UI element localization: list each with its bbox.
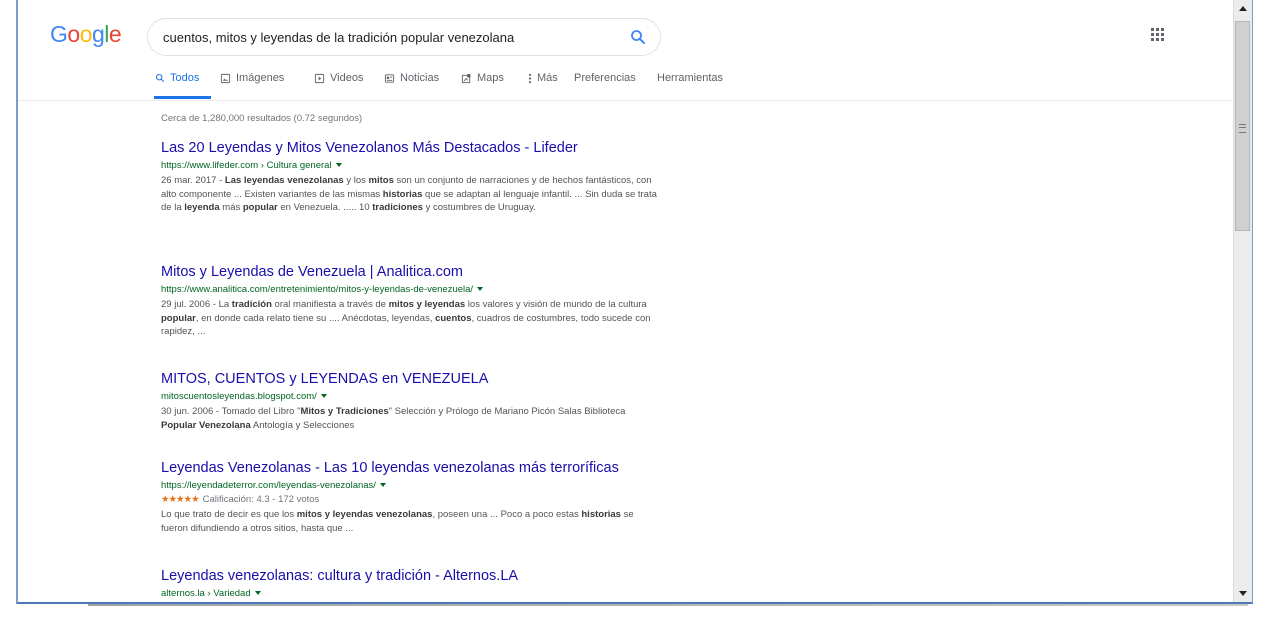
tab-herramientas[interactable]: Herramientas xyxy=(657,72,723,84)
result-title-link[interactable]: Leyendas Venezolanas - Las 10 leyendas v… xyxy=(161,460,661,476)
tab-imagenes[interactable]: Imágenes xyxy=(220,72,284,84)
search-input[interactable]: cuentos, mitos y leyendas de la tradició… xyxy=(163,30,514,45)
tab-maps[interactable]: Maps xyxy=(461,72,504,84)
video-icon xyxy=(314,73,325,84)
search-result: Leyendas Venezolanas - Las 10 leyendas v… xyxy=(161,460,661,535)
logo-letter: o xyxy=(79,21,93,47)
logo-letter: o xyxy=(67,21,80,47)
rating: ★★★★★ Calificación: 4.3 - 172 votos xyxy=(161,494,661,505)
result-url[interactable]: alternos.la › Variedad xyxy=(161,588,661,599)
result-title-link[interactable]: Leyendas venezolanas: cultura y tradició… xyxy=(161,568,661,584)
dropdown-arrow-icon[interactable] xyxy=(477,287,484,292)
dropdown-arrow-icon[interactable] xyxy=(320,394,327,399)
result-url[interactable]: https://www.analitica.com/entretenimient… xyxy=(161,284,661,295)
image-icon xyxy=(220,73,231,84)
logo-letter: G xyxy=(50,21,68,47)
search-icon[interactable] xyxy=(629,28,647,46)
result-title-link[interactable]: MITOS, CUENTOS y LEYENDAS en VENEZUELA xyxy=(161,371,661,387)
result-snippet: 29 jul. 2006 - La tradición oral manifie… xyxy=(161,299,651,337)
result-snippet: 26 mar. 2017 - Las leyendas venezolanas … xyxy=(161,175,657,213)
google-logo[interactable]: Google xyxy=(50,21,122,48)
tab-videos[interactable]: Videos xyxy=(314,72,363,84)
news-icon xyxy=(384,73,395,84)
map-icon xyxy=(461,73,472,84)
dropdown-arrow-icon[interactable] xyxy=(379,483,386,488)
result-title-link[interactable]: Las 20 Leyendas y Mitos Venezolanos Más … xyxy=(161,140,661,156)
logo-letter: g xyxy=(91,21,105,47)
result-url[interactable]: mitoscuentosleyendas.blogspot.com/ xyxy=(161,391,661,402)
apps-grid-icon[interactable] xyxy=(1151,28,1167,44)
star-rating-icon: ★★★★★ xyxy=(161,494,200,505)
dropdown-arrow-icon[interactable] xyxy=(254,591,261,596)
dropdown-arrow-icon[interactable] xyxy=(335,163,342,168)
browser-window: Google cuentos, mitos y leyendas de la t… xyxy=(16,0,1253,604)
search-box[interactable]: cuentos, mitos y leyendas de la tradició… xyxy=(147,18,661,56)
search-result: Las 20 Leyendas y Mitos Venezolanos Más … xyxy=(161,140,661,215)
scroll-up-arrow-icon[interactable] xyxy=(1234,0,1252,18)
result-url[interactable]: https://leyendadeterror.com/leyendas-ven… xyxy=(161,480,661,491)
scroll-down-arrow-icon[interactable] xyxy=(1234,584,1252,602)
window-bottom-edge xyxy=(0,604,1275,625)
scrollbar-thumb[interactable] xyxy=(1235,21,1250,231)
logo-letter: e xyxy=(108,21,122,47)
result-snippet: Lo que trato de decir es que los mitos y… xyxy=(161,509,634,534)
search-icon xyxy=(155,73,165,83)
result-snippet: 30 jun. 2006 - Tomado del Libro "Mitos y… xyxy=(161,406,626,431)
result-url[interactable]: https://www.lifeder.com › Cultura genera… xyxy=(161,160,661,171)
search-result: Mitos y Leyendas de Venezuela | Analitic… xyxy=(161,264,661,339)
search-result: Leyendas venezolanas: cultura y tradició… xyxy=(161,568,661,599)
tab-preferencias[interactable]: Preferencias xyxy=(574,72,636,84)
active-tab-indicator xyxy=(154,96,211,99)
vertical-scrollbar[interactable] xyxy=(1233,0,1252,602)
search-results-page: Google cuentos, mitos y leyendas de la t… xyxy=(18,0,1232,602)
more-vertical-icon xyxy=(528,73,532,84)
search-result: MITOS, CUENTOS y LEYENDAS en VENEZUELA m… xyxy=(161,371,661,432)
tab-mas[interactable]: Más xyxy=(528,72,558,84)
result-title-link[interactable]: Mitos y Leyendas de Venezuela | Analitic… xyxy=(161,264,661,280)
result-stats: Cerca de 1,280,000 resultados (0.72 segu… xyxy=(161,113,363,124)
tab-noticias[interactable]: Noticias xyxy=(384,72,439,84)
grip-icon xyxy=(1239,124,1246,133)
divider xyxy=(18,100,1232,101)
tab-todos[interactable]: Todos xyxy=(155,72,199,84)
rating-text: Calificación: 4.3 - 172 votos xyxy=(202,494,320,505)
